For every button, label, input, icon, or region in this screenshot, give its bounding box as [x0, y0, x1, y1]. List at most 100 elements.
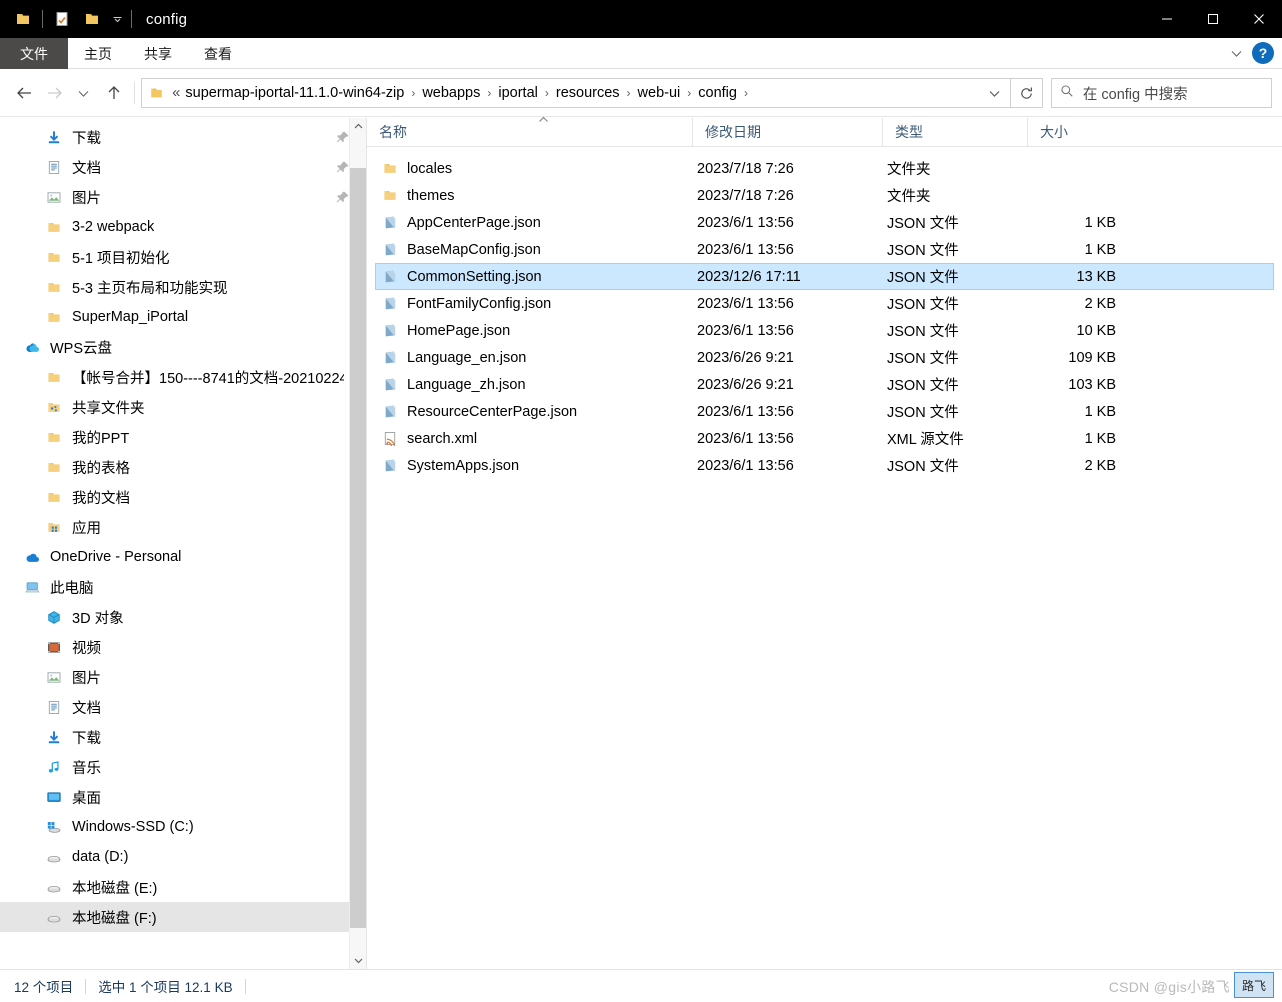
column-header-size[interactable]: 大小	[1027, 117, 1127, 147]
address-breadcrumb-box[interactable]: « supermap-iportal-11.1.0-win64-zip › we…	[141, 78, 1012, 108]
file-name-cell[interactable]: AppCenterPage.json	[376, 215, 693, 231]
sidebar-item-20[interactable]: 下载	[0, 722, 366, 752]
breadcrumb-item-0[interactable]: supermap-iportal-11.1.0-win64-zip	[183, 84, 406, 102]
sidebar-item-14[interactable]: OneDrive - Personal	[0, 542, 366, 572]
quick-access-chevron-down-icon[interactable]	[107, 4, 127, 34]
scroll-down-arrow-icon[interactable]	[350, 952, 366, 969]
sidebar-item-13[interactable]: 应用	[0, 512, 366, 542]
sidebar-item-3[interactable]: 3-2 webpack	[0, 212, 366, 242]
breadcrumb-item-4[interactable]: web-ui	[636, 84, 683, 102]
table-row[interactable]: Language_zh.json 2023/6/26 9:21 JSON 文件 103…	[375, 371, 1274, 398]
breadcrumb-sep-0[interactable]: ›	[406, 86, 420, 100]
search-input[interactable]: 在 config 中搜索	[1050, 78, 1272, 108]
breadcrumb-sep-5[interactable]: ›	[739, 86, 753, 100]
sidebar-item-19[interactable]: 文档	[0, 692, 366, 722]
sidebar-item-22[interactable]: 桌面	[0, 782, 366, 812]
breadcrumb-item-1[interactable]: webapps	[420, 84, 482, 102]
file-type-cell: JSON 文件	[887, 243, 959, 259]
sidebar-item-16[interactable]: 3D 对象	[0, 602, 366, 632]
file-name-cell[interactable]: FontFamilyConfig.json	[376, 296, 693, 312]
tab-share[interactable]: 共享	[128, 38, 188, 69]
file-name-cell[interactable]: HomePage.json	[376, 323, 693, 339]
breadcrumb-item-5[interactable]: config	[696, 84, 739, 102]
sidebar-item-25[interactable]: 本地磁盘 (E:)	[0, 872, 366, 902]
table-row[interactable]: FontFamilyConfig.json 2023/6/1 13:56 JSON …	[375, 290, 1274, 317]
navigation-scrollbar[interactable]	[349, 118, 366, 969]
sidebar-item-21[interactable]: 音乐	[0, 752, 366, 782]
folder-icon[interactable]	[8, 4, 38, 34]
breadcrumb-sep-4[interactable]: ›	[682, 86, 696, 100]
file-name-cell[interactable]: Language_en.json	[376, 350, 693, 366]
file-name-cell[interactable]: ResourceCenterPage.json	[376, 404, 693, 420]
sidebar-item-6[interactable]: SuperMap_iPortal	[0, 302, 366, 332]
tab-view[interactable]: 查看	[188, 38, 248, 69]
sidebar-item-24[interactable]: data (D:)	[0, 842, 366, 872]
sidebar-item-17[interactable]: 视频	[0, 632, 366, 662]
table-row[interactable]: locales 2023/7/18 7:26 文件夹	[375, 155, 1274, 182]
sidebar-item-15[interactable]: 此电脑	[0, 572, 366, 602]
breadcrumb-item-2[interactable]: iportal	[496, 84, 540, 102]
recent-locations-chevron-down-icon[interactable]	[69, 78, 99, 108]
column-header-type[interactable]: 类型	[882, 117, 1027, 147]
sidebar-item-11[interactable]: 我的表格	[0, 452, 366, 482]
file-name-cell[interactable]: BaseMapConfig.json	[376, 242, 693, 258]
close-button[interactable]	[1236, 0, 1282, 38]
table-row[interactable]: HomePage.json 2023/6/1 13:56 JSON 文件 10 KB	[375, 317, 1274, 344]
sidebar-item-5[interactable]: 5-3 主页布局和功能实现	[0, 272, 366, 302]
file-name-cell[interactable]: CommonSetting.json	[376, 269, 693, 285]
file-name-cell[interactable]: Language_zh.json	[376, 377, 693, 393]
tab-file[interactable]: 文件	[0, 38, 68, 69]
maximize-button[interactable]	[1190, 0, 1236, 38]
sidebar-item-4[interactable]: 5-1 项目初始化	[0, 242, 366, 272]
pin-icon[interactable]	[336, 190, 350, 209]
tab-home[interactable]: 主页	[68, 38, 128, 69]
file-name-cell[interactable]: search.xml	[376, 431, 693, 447]
sidebar-item-10[interactable]: 我的PPT	[0, 422, 366, 452]
sidebar-item-23[interactable]: Windows-SSD (C:)	[0, 812, 366, 842]
sidebar-item-26[interactable]: 本地磁盘 (F:)	[0, 902, 366, 932]
ribbon-collapse-chevron-down-icon[interactable]	[1224, 49, 1248, 58]
column-header-date[interactable]: 修改日期	[692, 117, 882, 147]
forward-button	[40, 78, 70, 108]
table-row[interactable]: themes 2023/7/18 7:26 文件夹	[375, 182, 1274, 209]
table-row[interactable]: BaseMapConfig.json 2023/6/1 13:56 JSON 文件 1…	[375, 236, 1274, 263]
breadcrumb-overflow[interactable]: «	[170, 84, 182, 102]
file-name-cell[interactable]: themes	[376, 188, 693, 204]
shared-folder-icon	[44, 397, 64, 417]
address-chevron-down-icon[interactable]	[982, 89, 1006, 98]
sidebar-item-9[interactable]: 共享文件夹	[0, 392, 366, 422]
sidebar-item-7[interactable]: WPS云盘	[0, 332, 366, 362]
up-button[interactable]	[99, 78, 129, 108]
table-row[interactable]: Language_en.json 2023/6/26 9:21 JSON 文件 109…	[375, 344, 1274, 371]
scroll-up-arrow-icon[interactable]	[350, 118, 366, 135]
breadcrumb-sep-3[interactable]: ›	[622, 86, 636, 100]
pin-icon[interactable]	[336, 130, 350, 149]
breadcrumb-sep-1[interactable]: ›	[482, 86, 496, 100]
sidebar-item-12[interactable]: 我的文档	[0, 482, 366, 512]
new-folder-icon[interactable]	[77, 4, 107, 34]
sidebar-item-8[interactable]: 【帐号合并】150----8741的文档-20210224	[0, 362, 366, 392]
file-name-cell[interactable]: locales	[376, 161, 693, 177]
table-row[interactable]: AppCenterPage.json 2023/6/1 13:56 JSON 文件 1…	[375, 209, 1274, 236]
help-button[interactable]: ?	[1252, 42, 1274, 64]
sidebar-item-1[interactable]: 文档	[0, 152, 366, 182]
table-row[interactable]: CommonSetting.json 2023/12/6 17:11 JSON 文件…	[375, 263, 1274, 290]
scrollbar-thumb[interactable]	[350, 168, 366, 928]
column-header-name[interactable]: 名称	[367, 116, 692, 147]
sidebar-item-label: 本地磁盘 (E:)	[72, 880, 158, 897]
pin-icon[interactable]	[336, 160, 350, 179]
breadcrumb-sep-2[interactable]: ›	[540, 86, 554, 100]
table-row[interactable]: ResourceCenterPage.json 2023/6/1 13:56 JSO…	[375, 398, 1274, 425]
minimize-button[interactable]	[1144, 0, 1190, 38]
breadcrumb-item-3[interactable]: resources	[554, 84, 622, 102]
sidebar-item-18[interactable]: 图片	[0, 662, 366, 692]
sidebar-item-2[interactable]: 图片	[0, 182, 366, 212]
table-row[interactable]: SystemApps.json 2023/6/1 13:56 JSON 文件 2 KB	[375, 452, 1274, 479]
file-name-cell[interactable]: SystemApps.json	[376, 458, 693, 474]
refresh-button[interactable]	[1011, 78, 1043, 108]
json-file-icon	[382, 350, 398, 365]
sidebar-item-0[interactable]: 下载	[0, 122, 366, 152]
table-row[interactable]: search.xml 2023/6/1 13:56 XML 源文件 1 KB	[375, 425, 1274, 452]
back-button[interactable]	[10, 78, 40, 108]
properties-icon[interactable]	[47, 4, 77, 34]
